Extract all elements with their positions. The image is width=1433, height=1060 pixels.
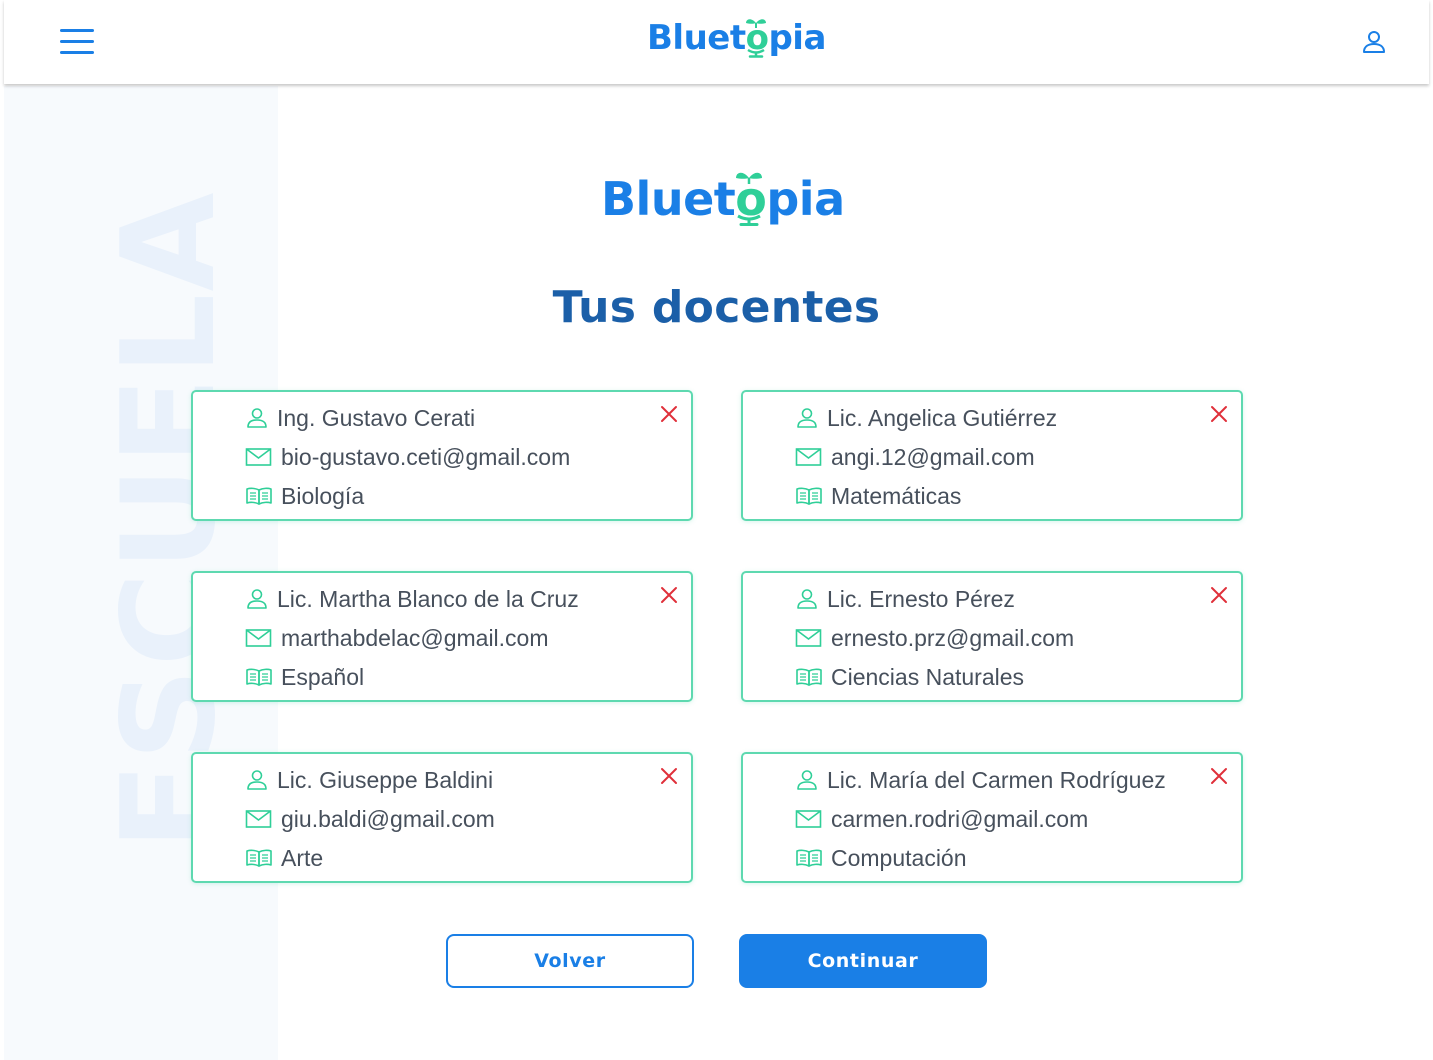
teacher-subject: Computación — [831, 844, 967, 871]
app-screen: ESCUELA Blueto pia Blueto pia Tus docent… — [0, 0, 1433, 1060]
teacher-email: giu.baldi@gmail.com — [281, 805, 495, 832]
teacher-name-row: Lic. Giuseppe Baldini — [245, 765, 493, 795]
teacher-name: Lic. Giuseppe Baldini — [277, 766, 494, 793]
teacher-email: marthabdelac@gmail.com — [281, 624, 549, 651]
teacher-email-row: ernesto.prz@gmail.com — [795, 623, 1074, 653]
teacher-email: angi.12@gmail.com — [831, 443, 1035, 470]
teacher-email: carmen.rodri@gmail.com — [831, 805, 1089, 832]
user-icon — [247, 408, 267, 428]
brand-logo: Blueto pia — [601, 172, 845, 226]
close-icon[interactable] — [659, 766, 679, 786]
teacher-email-row: angi.12@gmail.com — [795, 442, 1035, 472]
teacher-name-row: Lic. Ernesto Pérez — [795, 584, 1015, 614]
user-icon — [797, 770, 817, 790]
envelope-icon — [795, 448, 822, 466]
teacher-subject-row: Arte — [245, 843, 323, 873]
teacher-subject: Ciencias Naturales — [831, 663, 1025, 690]
continue-button[interactable]: Continuar — [739, 934, 987, 988]
teacher-subject: Matemáticas — [831, 482, 962, 509]
teacher-email-row: giu.baldi@gmail.com — [245, 804, 495, 834]
close-icon[interactable] — [1209, 404, 1229, 424]
close-icon[interactable] — [659, 585, 679, 605]
envelope-icon — [245, 629, 272, 647]
logo-letter-o: o — [735, 172, 767, 226]
page-title: Tus docentes — [552, 282, 881, 333]
close-icon[interactable] — [659, 404, 679, 424]
logo-text-start: Bluet — [647, 18, 746, 58]
header-logo[interactable]: Blueto pia — [647, 18, 826, 58]
teacher-subject: Biología — [281, 482, 365, 509]
teacher-email: ernesto.prz@gmail.com — [831, 624, 1075, 651]
teacher-subject-row: Computación — [795, 843, 967, 873]
teacher-card: Lic. Giuseppe Baldini giu.baldi@gmail.co… — [191, 752, 693, 883]
user-icon — [247, 770, 267, 790]
envelope-icon — [795, 629, 822, 647]
teacher-name-row: Lic. María del Carmen Rodríguez — [795, 765, 1166, 795]
teacher-card: Lic. María del Carmen Rodríguez carmen.r… — [741, 752, 1243, 883]
teacher-name-row: Ing. Gustavo Cerati — [245, 403, 475, 433]
teacher-card: Lic. Ernesto Pérez ernesto.prz@gmail.com… — [741, 571, 1243, 702]
logo-text-end: pia — [766, 172, 845, 226]
teacher-name: Lic. Ernesto Pérez — [827, 585, 1015, 612]
open-book-icon — [246, 849, 272, 867]
user-icon — [797, 589, 817, 609]
teacher-subject: Arte — [281, 844, 324, 871]
teacher-subject: Español — [281, 663, 365, 690]
envelope-icon — [245, 810, 272, 828]
logo-text-end: pia — [768, 18, 826, 58]
teacher-email-row: bio-gustavo.ceti@gmail.com — [245, 442, 570, 472]
close-icon[interactable] — [1209, 766, 1229, 786]
teacher-name: Lic. Martha Blanco de la Cruz — [277, 585, 579, 612]
open-book-icon — [246, 487, 272, 505]
teacher-card: Ing. Gustavo Cerati bio-gustavo.ceti@gma… — [191, 390, 693, 521]
teacher-name: Lic. María del Carmen Rodríguez — [827, 766, 1166, 793]
hamburger-menu-icon[interactable] — [57, 26, 97, 56]
top-bar: Blueto pia — [4, 0, 1429, 84]
teacher-email-row: carmen.rodri@gmail.com — [795, 804, 1088, 834]
user-icon[interactable] — [1360, 28, 1388, 56]
teacher-card: Lic. Martha Blanco de la Cruz marthabdel… — [191, 571, 693, 702]
back-button[interactable]: Volver — [446, 934, 694, 988]
teacher-subject-row: Matemáticas — [795, 481, 961, 511]
teacher-card: Lic. Angelica Gutiérrez angi.12@gmail.co… — [741, 390, 1243, 521]
teacher-name: Lic. Angelica Gutiérrez — [827, 404, 1058, 431]
close-icon[interactable] — [1209, 585, 1229, 605]
teacher-name: Ing. Gustavo Cerati — [277, 404, 476, 431]
open-book-icon — [246, 668, 272, 686]
teacher-email-row: marthabdelac@gmail.com — [245, 623, 549, 653]
envelope-icon — [795, 810, 822, 828]
teacher-subject-row: Ciencias Naturales — [795, 662, 1024, 692]
logo-text-start: Bluet — [601, 172, 736, 226]
teacher-subject-row: Español — [245, 662, 364, 692]
open-book-icon — [796, 849, 822, 867]
teacher-email: bio-gustavo.ceti@gmail.com — [281, 443, 571, 470]
user-icon — [247, 589, 267, 609]
open-book-icon — [796, 487, 822, 505]
teacher-subject-row: Biología — [245, 481, 364, 511]
logo-letter-o: o — [745, 18, 769, 58]
teacher-name-row: Lic. Angelica Gutiérrez — [795, 403, 1057, 433]
envelope-icon — [245, 448, 272, 466]
user-icon — [797, 408, 817, 428]
open-book-icon — [796, 668, 822, 686]
teacher-name-row: Lic. Martha Blanco de la Cruz — [245, 584, 579, 614]
